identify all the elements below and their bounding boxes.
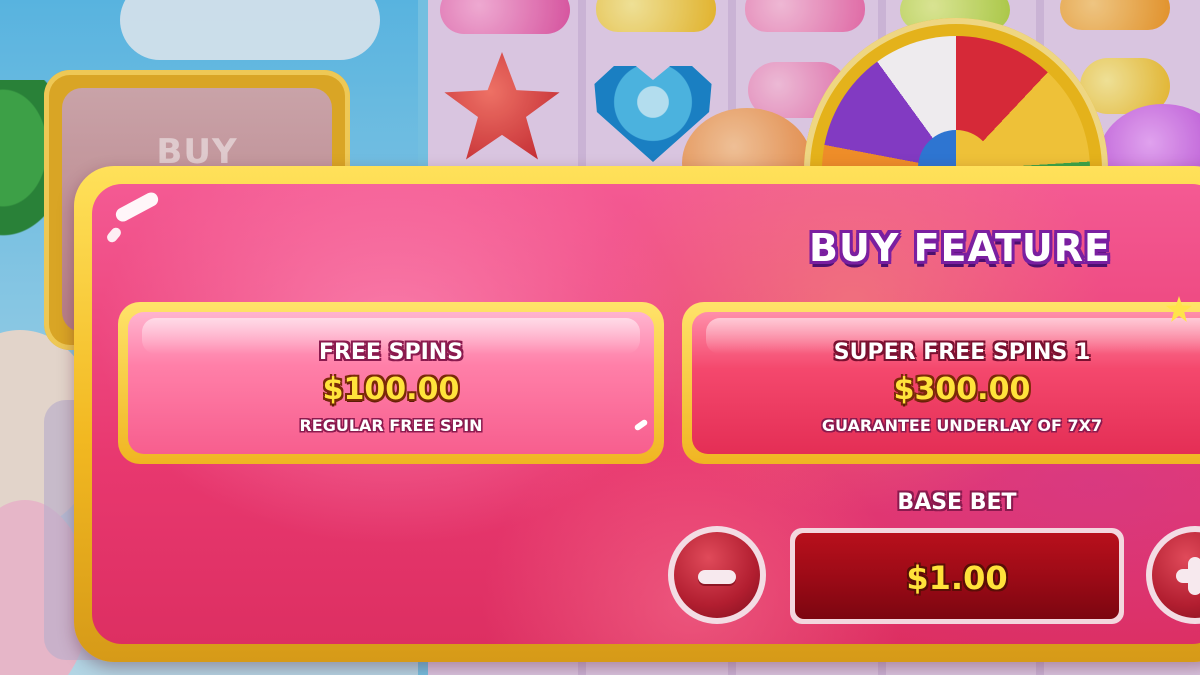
option-price: $100.00 <box>322 372 460 407</box>
option-description: GUARANTEE UNDERLAY OF 7X7 <box>821 416 1103 435</box>
decrease-bet-button[interactable] <box>668 526 766 624</box>
bet-box-inner: $1.00 <box>795 533 1119 619</box>
free-spins-option[interactable]: FREE SPINS $100.00 REGULAR FREE SPIN <box>118 302 664 464</box>
base-bet-label: BASE BET <box>897 490 1017 515</box>
base-bet-display: $1.00 <box>790 528 1124 624</box>
base-bet-value: $1.00 <box>906 559 1008 597</box>
minus-icon <box>698 570 736 584</box>
plus-icon-stem <box>1188 557 1200 595</box>
option-price: $300.00 <box>893 372 1031 407</box>
button-face <box>1152 532 1200 618</box>
buy-feature-title: BUY FEATURE <box>809 226 1111 270</box>
option-description: REGULAR FREE SPIN <box>299 416 483 435</box>
button-face <box>674 532 760 618</box>
super-free-spins-option[interactable]: SUPER FREE SPINS 1 $300.00 GUARANTEE UND… <box>682 302 1200 464</box>
option-body: SUPER FREE SPINS 1 $300.00 GUARANTEE UND… <box>692 312 1200 454</box>
option-body: FREE SPINS $100.00 REGULAR FREE SPIN <box>128 312 654 454</box>
option-name: SUPER FREE SPINS 1 <box>833 340 1091 365</box>
option-name: FREE SPINS <box>318 340 464 365</box>
